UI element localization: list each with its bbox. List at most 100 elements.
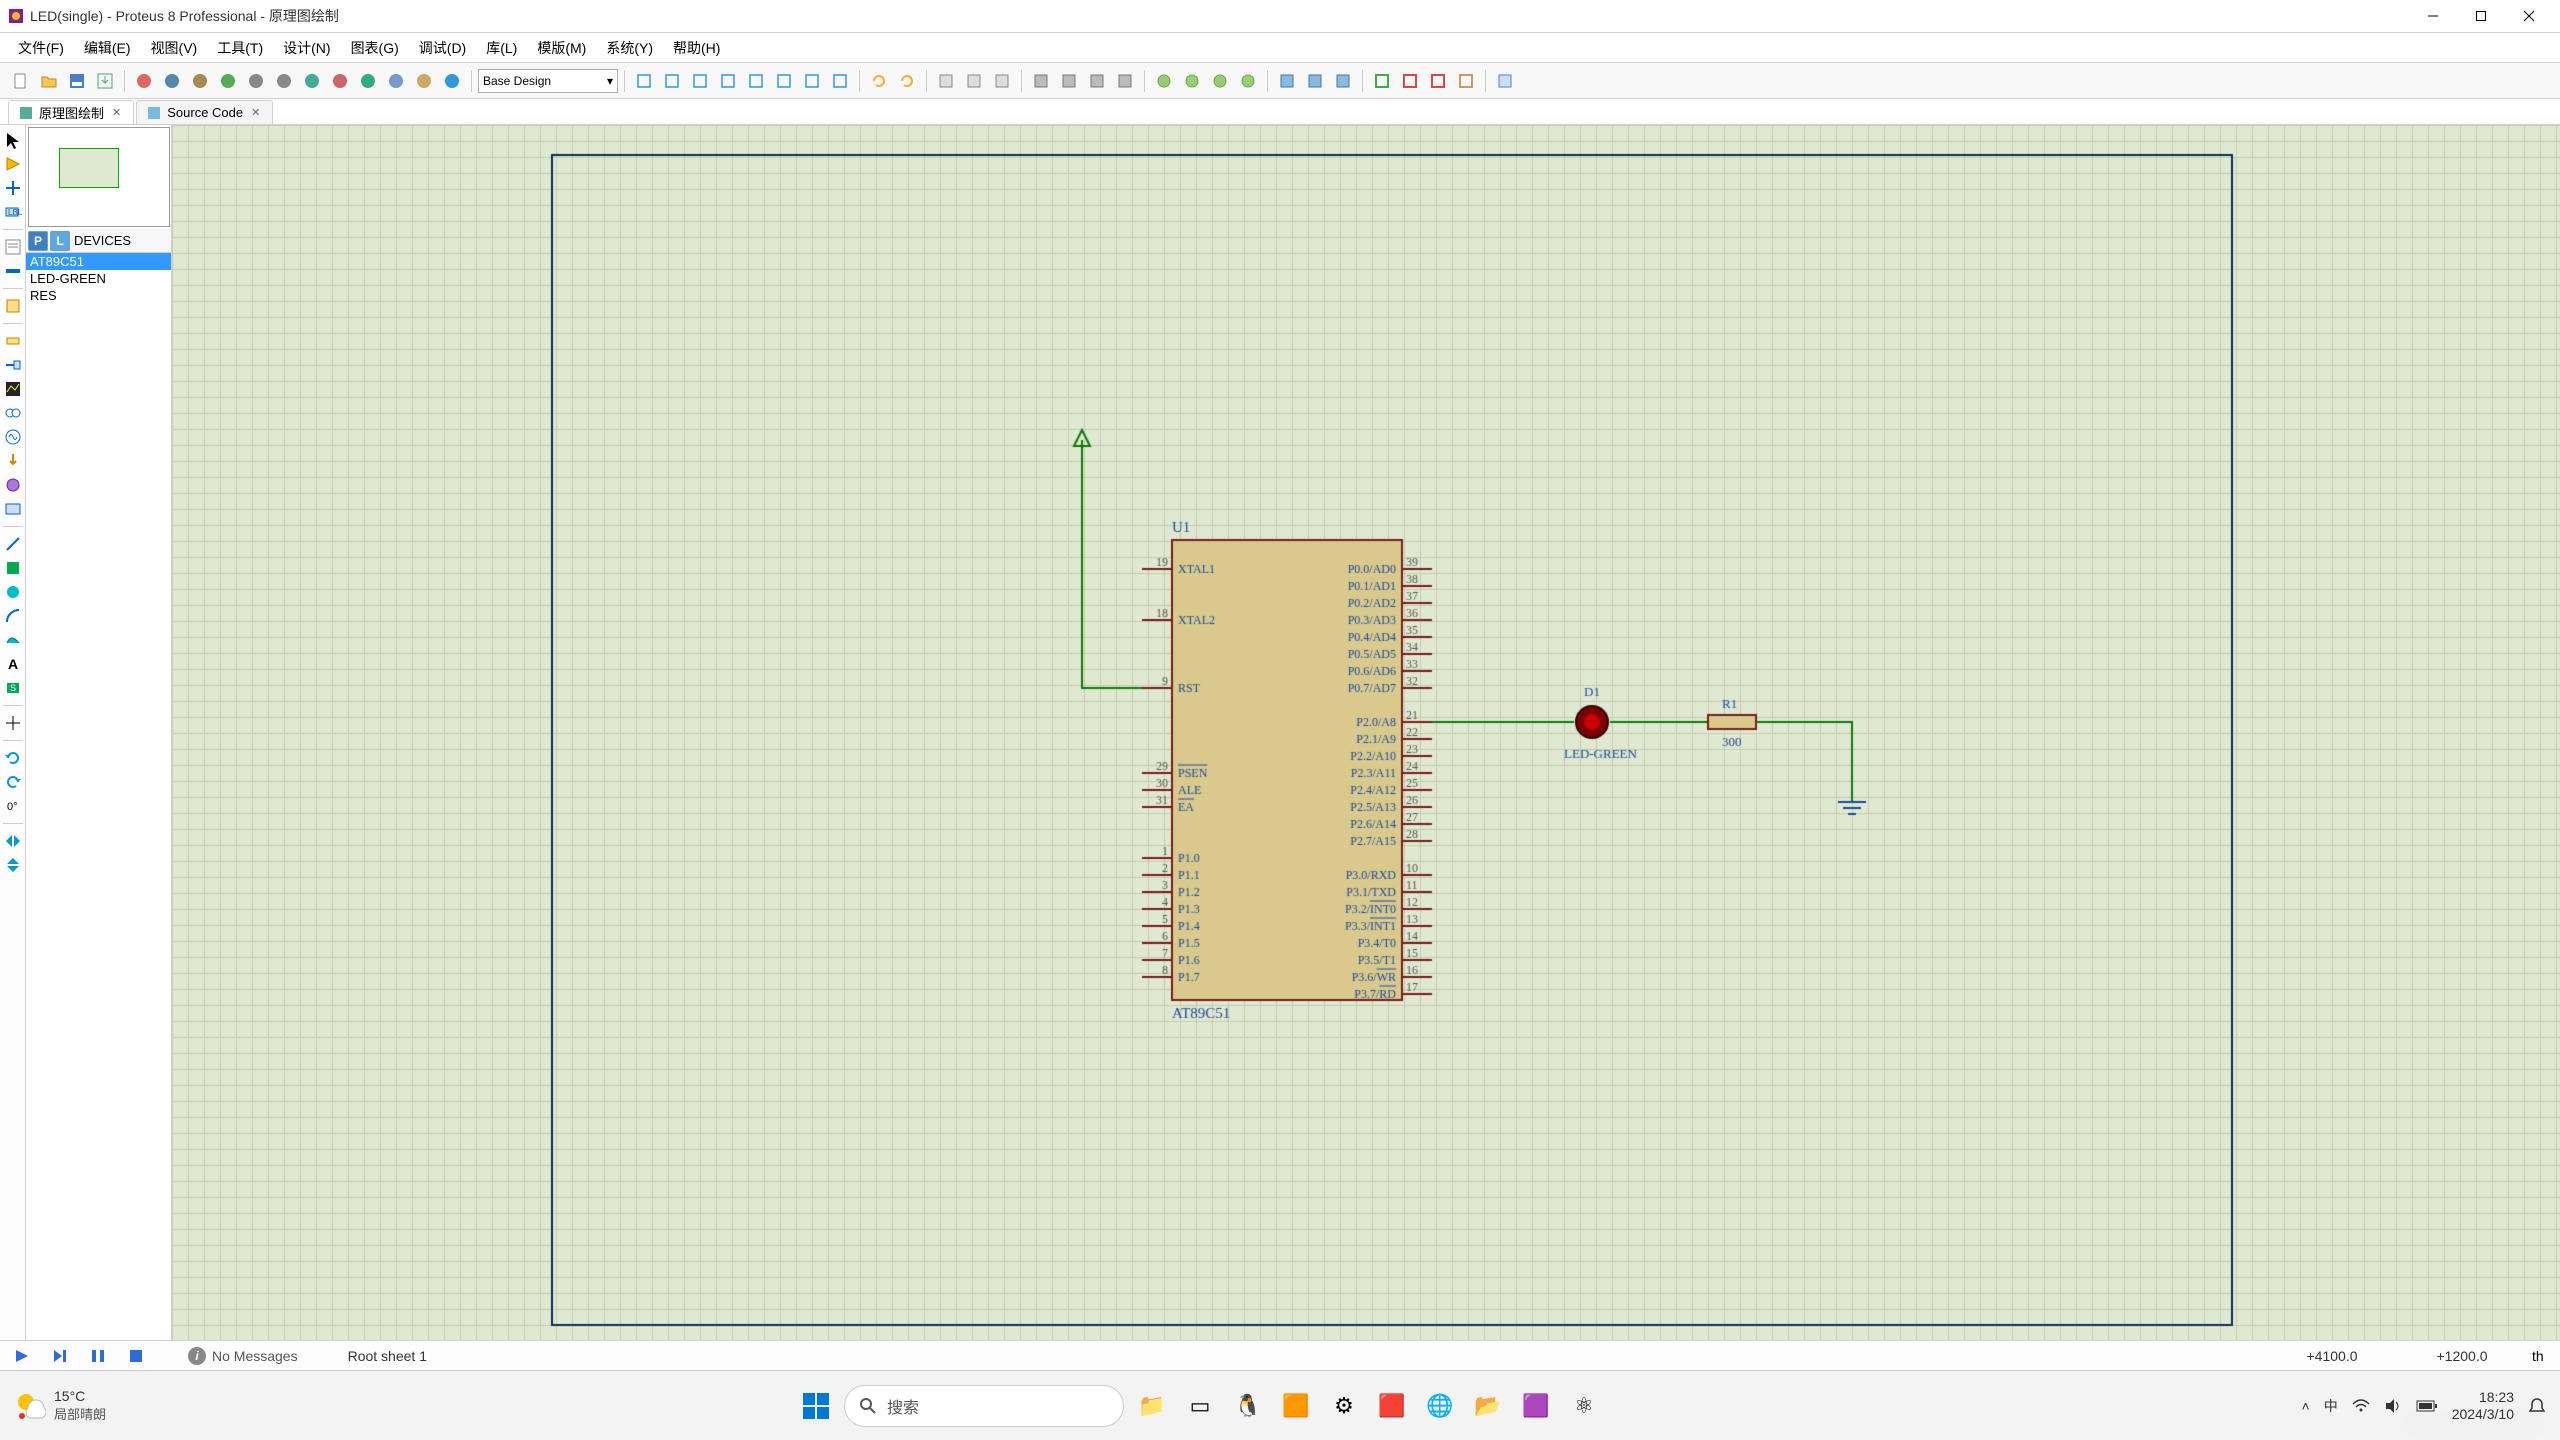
task-icon-app1[interactable]: 🟧 (1276, 1386, 1316, 1426)
menu-item-3[interactable]: 工具(T) (207, 34, 273, 62)
zoom-out-icon[interactable] (771, 68, 797, 94)
menu-item-5[interactable]: 图表(G) (341, 34, 409, 62)
sim-step-button[interactable] (46, 1344, 74, 1368)
tray-battery-icon[interactable] (2416, 1399, 2438, 1413)
arrow-left-icon[interactable] (243, 68, 269, 94)
decompose-icon[interactable] (1235, 68, 1261, 94)
sim-pause-button[interactable] (84, 1344, 112, 1368)
design-combo[interactable]: Base Design▾ (478, 69, 618, 93)
close-button[interactable] (2506, 1, 2552, 31)
tab-1[interactable]: Source Code✕ (136, 100, 273, 124)
tab-close-icon[interactable]: ✕ (249, 106, 262, 119)
text-script-icon[interactable] (2, 236, 24, 258)
cut-icon[interactable] (933, 68, 959, 94)
wire-auto-icon[interactable] (1274, 68, 1300, 94)
search-part-icon[interactable] (1302, 68, 1328, 94)
rotate-cw-icon[interactable] (2, 747, 24, 769)
task-icon-folder-group[interactable]: 📁 (1132, 1386, 1172, 1426)
device-pin-icon[interactable] (2, 354, 24, 376)
menu-item-0[interactable]: 文件(F) (8, 34, 74, 62)
maximize-button[interactable] (2458, 1, 2504, 31)
component-icon[interactable] (2, 153, 24, 175)
report-icon[interactable] (411, 68, 437, 94)
component-icon[interactable] (159, 68, 185, 94)
mirror-h-icon[interactable] (2, 830, 24, 852)
task-icon-qq[interactable]: 🐧 (1228, 1386, 1268, 1426)
package-icon[interactable] (1179, 68, 1205, 94)
device-item-1[interactable]: LED-GREEN (26, 270, 171, 287)
erc-run-icon[interactable] (1425, 68, 1451, 94)
menu-item-1[interactable]: 编辑(E) (74, 34, 141, 62)
circle-2d-icon[interactable] (2, 581, 24, 603)
path-2d-icon[interactable] (2, 629, 24, 651)
device-item-0[interactable]: AT89C51 (26, 253, 171, 270)
start-button[interactable] (796, 1386, 836, 1426)
erc-del-icon[interactable] (1397, 68, 1423, 94)
verify-icon[interactable] (299, 68, 325, 94)
task-icon-app3[interactable]: 🟪 (1516, 1386, 1556, 1426)
sim-stop-button[interactable] (122, 1344, 150, 1368)
tape-icon[interactable] (2, 402, 24, 424)
erc-add-icon[interactable] (1369, 68, 1395, 94)
rotate-ccw-icon[interactable] (2, 771, 24, 793)
refresh-icon[interactable] (631, 68, 657, 94)
help-icon[interactable] (439, 68, 465, 94)
pick-icon[interactable] (1151, 68, 1177, 94)
schematic-icon[interactable] (187, 68, 213, 94)
copy-icon[interactable] (961, 68, 987, 94)
zoom-fit-icon[interactable] (799, 68, 825, 94)
box-2d-icon[interactable] (2, 557, 24, 579)
probe-v-icon[interactable] (2, 450, 24, 472)
menu-item-6[interactable]: 调试(D) (409, 34, 476, 62)
selection-icon[interactable] (2, 129, 24, 151)
dollar-icon[interactable] (355, 68, 381, 94)
block-copy-icon[interactable] (1028, 68, 1054, 94)
l-button[interactable]: L (50, 231, 70, 251)
tray-chevron-up-icon[interactable]: ˄ (2302, 1398, 2310, 1414)
gerber-icon[interactable] (383, 68, 409, 94)
new-icon[interactable] (8, 68, 34, 94)
paste-icon[interactable] (989, 68, 1015, 94)
menu-item-9[interactable]: 系统(Y) (596, 34, 663, 62)
status-messages[interactable]: i No Messages (188, 1347, 298, 1365)
arrow-right-icon[interactable] (271, 68, 297, 94)
bus-icon[interactable] (2, 260, 24, 282)
netlist-icon[interactable] (1492, 68, 1518, 94)
instrument-icon[interactable] (2, 498, 24, 520)
task-icon-taskview[interactable]: ▭ (1180, 1386, 1220, 1426)
task-icon-edge[interactable]: 🌐 (1420, 1386, 1460, 1426)
text-2d-icon[interactable]: A (2, 653, 24, 675)
p-button[interactable]: P (28, 231, 48, 251)
task-icon-steam[interactable]: ⚙ (1324, 1386, 1364, 1426)
home-icon[interactable] (131, 68, 157, 94)
tray-wifi-icon[interactable] (2352, 1397, 2370, 1415)
schematic-canvas[interactable] (172, 125, 2560, 1340)
tray-volume-icon[interactable] (2384, 1397, 2402, 1415)
mirror-v-icon[interactable] (2, 854, 24, 876)
marker-icon[interactable] (2, 712, 24, 734)
zoom-in-icon[interactable] (743, 68, 769, 94)
angle-icon[interactable]: 0° (2, 795, 24, 817)
tab-close-icon[interactable]: ✕ (110, 106, 123, 119)
tray-notifications-icon[interactable] (2528, 1397, 2546, 1415)
terminal-icon[interactable] (2, 330, 24, 352)
undo-icon[interactable] (866, 68, 892, 94)
block-move-icon[interactable] (1056, 68, 1082, 94)
overview-panel[interactable] (28, 127, 170, 227)
block-rotate-icon[interactable] (1084, 68, 1110, 94)
menu-item-8[interactable]: 模版(M) (527, 34, 596, 62)
redo-icon[interactable] (894, 68, 920, 94)
task-icon-explorer[interactable]: 📂 (1468, 1386, 1508, 1426)
taskbar-weather[interactable]: 15°C 局部晴朗 (14, 1388, 214, 1423)
task-icon-app2[interactable]: 🟥 (1372, 1386, 1412, 1426)
menu-item-10[interactable]: 帮助(H) (663, 34, 730, 62)
save-icon[interactable] (64, 68, 90, 94)
task-icon-proteus[interactable]: ⚛ (1564, 1386, 1604, 1426)
device-item-2[interactable]: RES (26, 287, 171, 304)
tab-0[interactable]: 原理图绘制✕ (8, 100, 134, 124)
line-2d-icon[interactable] (2, 533, 24, 555)
taskbar-search[interactable]: 搜索 (844, 1385, 1124, 1427)
label-icon[interactable]: LBL (2, 201, 24, 223)
pan-icon[interactable] (715, 68, 741, 94)
menu-item-2[interactable]: 视图(V) (141, 34, 208, 62)
